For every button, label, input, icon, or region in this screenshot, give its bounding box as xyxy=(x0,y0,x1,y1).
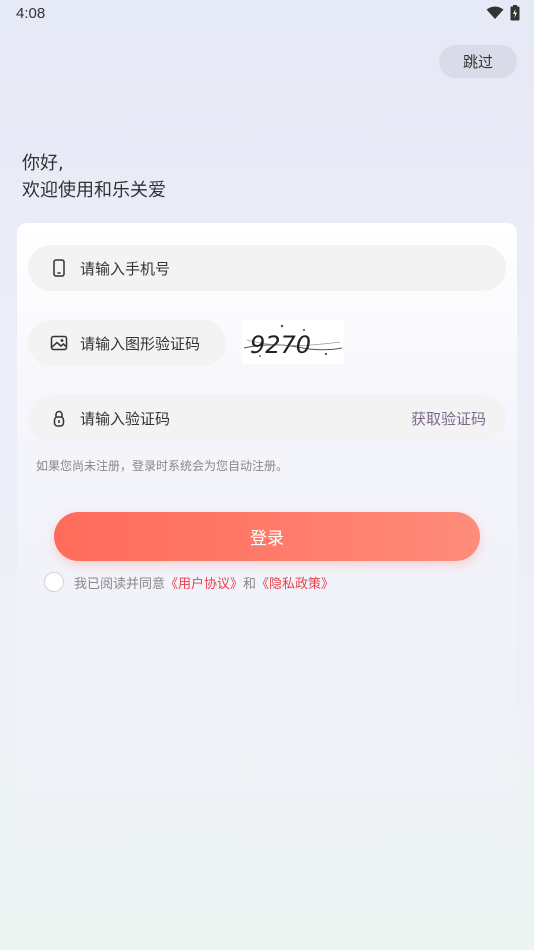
captcha-image[interactable]: 9270 xyxy=(242,320,344,364)
greeting-welcome: 欢迎使用和乐关爱 xyxy=(22,180,166,201)
login-button[interactable]: 登录 xyxy=(54,512,480,561)
captcha-input[interactable]: 请输入图形验证码 xyxy=(28,320,226,366)
status-bar: 4:08 xyxy=(0,0,534,28)
captcha-placeholder: 请输入图形验证码 xyxy=(80,334,201,353)
agree-checkbox[interactable] xyxy=(44,572,64,592)
lock-icon xyxy=(53,410,65,427)
status-icons xyxy=(486,5,520,21)
phone-input[interactable]: 请输入手机号 xyxy=(28,245,506,291)
phone-icon xyxy=(53,259,65,277)
agreement-row: 我已阅读并同意 《用户协议》 和 《隐私政策》 xyxy=(44,572,334,592)
greeting-hello: 你好, xyxy=(22,153,64,174)
agree-and: 和 xyxy=(243,576,257,592)
phone-placeholder: 请输入手机号 xyxy=(80,259,171,278)
image-icon xyxy=(50,335,68,351)
wifi-icon xyxy=(486,6,504,19)
code-placeholder: 请输入验证码 xyxy=(80,409,171,428)
battery-icon xyxy=(510,5,520,21)
code-input[interactable]: 请输入验证码 获取验证码 xyxy=(28,395,506,441)
get-code-button[interactable]: 获取验证码 xyxy=(411,408,486,429)
captcha-graphic: 9270 xyxy=(243,324,343,359)
greeting: 你好, 欢迎使用和乐关爱 xyxy=(22,150,166,204)
user-agreement-link[interactable]: 《用户协议》 xyxy=(165,573,243,592)
captcha-text: 9270 xyxy=(250,331,311,359)
status-time: 4:08 xyxy=(16,5,46,22)
skip-button[interactable]: 跳过 xyxy=(439,45,517,78)
agree-prefix: 我已阅读并同意 xyxy=(74,576,166,592)
privacy-policy-link[interactable]: 《隐私政策》 xyxy=(256,573,334,592)
register-hint: 如果您尚未注册，登录时系统会为您自动注册。 xyxy=(36,459,289,473)
